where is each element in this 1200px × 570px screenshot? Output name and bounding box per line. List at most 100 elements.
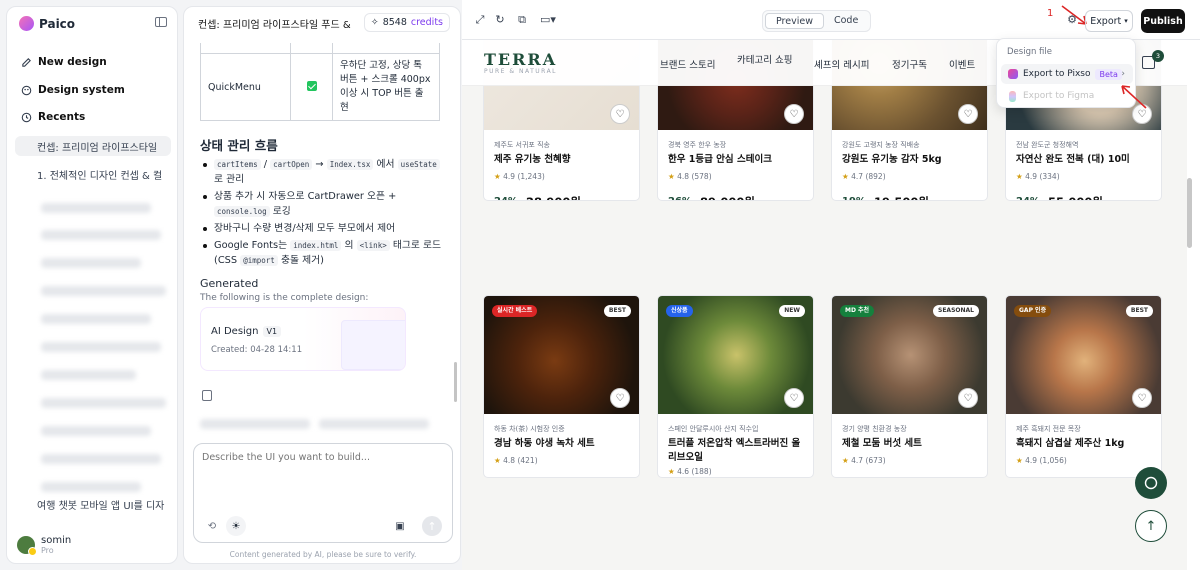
menu-item-recipes[interactable]: 셰프의 레시피 bbox=[814, 57, 869, 71]
menu-item-subscription[interactable]: 정기구독 bbox=[892, 57, 927, 71]
settings-icon[interactable]: ⚙ bbox=[1066, 14, 1078, 26]
add-to-cart-button[interactable] bbox=[1128, 200, 1152, 201]
app-name: Paico bbox=[39, 16, 76, 31]
prompt-input[interactable] bbox=[202, 452, 442, 502]
history-icon bbox=[21, 112, 32, 122]
chat-scrollbar[interactable] bbox=[454, 362, 457, 402]
code-span: @import bbox=[240, 255, 278, 266]
recent-item[interactable]: 컨셉: 프리미엄 라이프스타일 bbox=[15, 136, 171, 156]
rating-value: 4.7 bbox=[851, 456, 864, 465]
product-card[interactable]: GAP 인증 BEST ♡ 제주 흑돼지 전문 목장 흑돼지 삼겹살 제주산 1kg ★ … bbox=[1005, 295, 1162, 478]
chat-title: 컨셉: 프리미엄 라이프스타일 푸드 & bbox=[198, 20, 351, 31]
add-to-cart-button[interactable] bbox=[954, 200, 978, 201]
device-select-icon[interactable]: ▭▾ bbox=[538, 14, 558, 26]
sale-price: 28,900원 bbox=[526, 194, 581, 200]
product-name[interactable]: 제주 유기농 천혜향 bbox=[494, 153, 634, 167]
list-item: 장바구니 수량 변경/삭제 모두 부모에서 제어 bbox=[200, 221, 445, 236]
star-icon: ★ bbox=[842, 456, 849, 465]
export-label: Export bbox=[1090, 15, 1122, 27]
review-count: (892) bbox=[865, 172, 886, 181]
code-span: console.log bbox=[214, 206, 270, 217]
ai-design-card[interactable]: AI Design V1 Created: 04-28 14:11 bbox=[200, 307, 406, 371]
menu-item-events[interactable]: 이벤트 bbox=[949, 57, 975, 71]
ai-design-title: AI Design bbox=[211, 326, 259, 337]
scroll-top-button[interactable]: ↑ bbox=[1135, 510, 1167, 542]
product-name[interactable]: 자연산 완도 전복 (대) 10미 bbox=[1016, 153, 1156, 167]
star-icon: ★ bbox=[1016, 456, 1023, 465]
status-tag: SEASONAL bbox=[933, 305, 979, 317]
blurred-recent bbox=[41, 342, 161, 352]
rating-value: 4.6 bbox=[677, 467, 690, 476]
product-name[interactable]: 강원도 유기농 감자 5kg bbox=[842, 153, 982, 167]
star-icon: ★ bbox=[494, 172, 501, 181]
wishlist-heart-icon[interactable]: ♡ bbox=[1132, 388, 1152, 408]
attach-icon[interactable]: ⟲ bbox=[202, 516, 222, 536]
star-icon: ★ bbox=[668, 172, 675, 181]
product-name[interactable]: 경남 하동 야생 녹차 세트 bbox=[494, 437, 634, 451]
code-span: Index.tsx bbox=[326, 159, 374, 170]
recent-item[interactable]: 여행 챗봇 모바일 앱 UI를 디자 bbox=[15, 494, 171, 514]
user-profile[interactable]: somin Pro bbox=[17, 535, 71, 556]
expand-icon[interactable]: ⤢ bbox=[474, 14, 486, 26]
user-plan: Pro bbox=[41, 546, 54, 555]
nav-new-design[interactable]: New design bbox=[21, 56, 107, 68]
nav-recents[interactable]: Recents bbox=[21, 111, 85, 123]
prompt-composer: ⟲ ☀ ▣ ↑ bbox=[193, 443, 453, 543]
product-card[interactable]: 신상품 NEW ♡ 스페인 안달루시아 산지 직수입 트러플 저온압착 엑스트라버진 올… bbox=[657, 295, 814, 478]
recent-item[interactable]: 1. 전체적인 디자인 컨셉 & 컬 bbox=[15, 164, 171, 184]
star-icon: ★ bbox=[1016, 172, 1023, 181]
product-name[interactable]: 제철 모둠 버섯 세트 bbox=[842, 437, 982, 451]
chat-panel: 컨셉: 프리미엄 라이프스타일 푸드 & ✧ 8548 credits Quic… bbox=[183, 6, 461, 564]
wishlist-heart-icon[interactable]: ♡ bbox=[958, 388, 978, 408]
menu-item-brand-story[interactable]: 브랜드 스토리 bbox=[660, 57, 715, 71]
wishlist-heart-icon[interactable]: ♡ bbox=[610, 104, 630, 124]
list-item: Google Fonts는 index.html 의 <link> 태그로 로드… bbox=[200, 238, 445, 268]
refresh-icon[interactable]: ↻ bbox=[494, 14, 506, 26]
lightbulb-icon[interactable]: ☀ bbox=[226, 516, 246, 536]
add-to-cart-button[interactable] bbox=[780, 200, 804, 201]
collapse-sidebar-icon[interactable] bbox=[155, 17, 167, 27]
export-to-pixso[interactable]: Export to Pixso Beta › bbox=[1001, 64, 1133, 84]
pixso-icon bbox=[1008, 69, 1018, 79]
product-name[interactable]: 트러플 저온압착 엑스트라버진 올리브오일 bbox=[668, 437, 808, 465]
review-count: (334) bbox=[1039, 172, 1060, 181]
wishlist-heart-icon[interactable]: ♡ bbox=[784, 104, 804, 124]
brand-logo[interactable]: TERRA bbox=[484, 50, 557, 69]
tab-preview[interactable]: Preview bbox=[765, 13, 824, 29]
nav-design-system-label: Design system bbox=[38, 84, 125, 96]
copy-icon[interactable] bbox=[202, 390, 212, 401]
wishlist-heart-icon[interactable]: ♡ bbox=[958, 104, 978, 124]
list-item: cartItems / cartOpen → Index.tsx 에서 useS… bbox=[200, 157, 445, 187]
version-badge: V1 bbox=[262, 326, 282, 337]
status-tag: BEST bbox=[1125, 305, 1153, 317]
wishlist-heart-icon[interactable]: ♡ bbox=[784, 388, 804, 408]
export-to-figma[interactable]: Export to Figma bbox=[1001, 86, 1133, 106]
app-logo[interactable]: Paico bbox=[19, 16, 75, 31]
product-origin: 하동 차(茶) 시험장 인증 bbox=[494, 425, 565, 433]
open-external-icon[interactable]: ⧉ bbox=[516, 14, 528, 26]
product-card[interactable]: MD 추천 SEASONAL ♡ 경기 양평 친환경 농장 제철 모둠 버섯 세트 ★ 4… bbox=[831, 295, 988, 478]
preview-scrollbar[interactable] bbox=[1187, 178, 1192, 248]
publish-button[interactable]: Publish bbox=[1141, 9, 1185, 33]
nav-design-system[interactable]: Design system bbox=[21, 84, 125, 96]
tab-code[interactable]: Code bbox=[824, 13, 868, 29]
text-span: 로깅 bbox=[269, 206, 291, 217]
product-card[interactable]: 실시간 베스트 BEST ♡ 하동 차(茶) 시험장 인증 경남 하동 야생 녹차 세트… bbox=[483, 295, 640, 478]
star-icon: ★ bbox=[842, 172, 849, 181]
text-span: 상품 추가 시 자동으로 CartDrawer 오픈 + bbox=[214, 191, 397, 202]
product-rating: ★ 4.8 (578) bbox=[668, 172, 712, 181]
export-button[interactable]: Export ▾ bbox=[1085, 10, 1133, 32]
add-to-cart-button[interactable] bbox=[606, 200, 630, 201]
chat-fab[interactable] bbox=[1135, 467, 1167, 499]
image-upload-icon[interactable]: ▣ bbox=[390, 516, 410, 536]
wishlist-heart-icon[interactable]: ♡ bbox=[610, 388, 630, 408]
status-tag: BEST bbox=[603, 305, 631, 317]
menu-item-category[interactable]: 카테고리 쇼핑 bbox=[737, 52, 792, 66]
blurred-recent bbox=[41, 482, 141, 492]
product-name[interactable]: 흑돼지 삼겹살 제주산 1kg bbox=[1016, 437, 1156, 451]
credits-badge[interactable]: ✧ 8548 credits bbox=[363, 13, 450, 32]
send-button[interactable]: ↑ bbox=[422, 516, 442, 536]
product-name[interactable]: 한우 1등급 안심 스테이크 bbox=[668, 153, 808, 167]
sparkle-icon: ✧ bbox=[370, 17, 379, 28]
discount-rate: 19% bbox=[842, 196, 866, 200]
